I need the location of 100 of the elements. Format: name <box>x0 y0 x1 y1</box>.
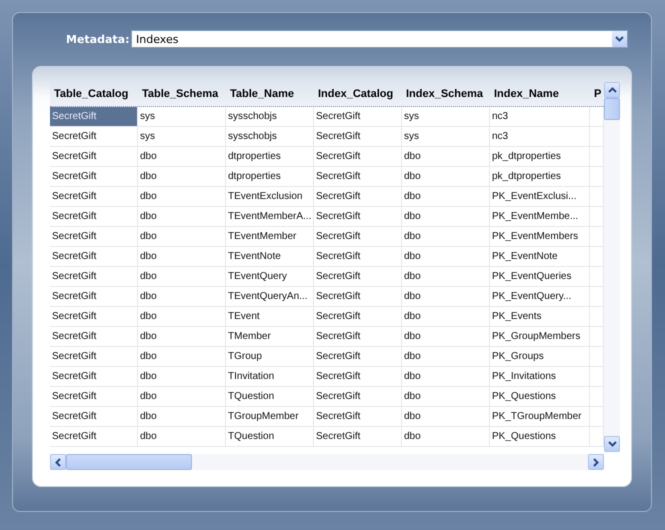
table-cell[interactable]: sys <box>138 107 226 126</box>
table-cell[interactable]: PK_EventQueries <box>490 267 590 286</box>
table-cell[interactable]: SecretGift <box>50 347 138 366</box>
table-cell[interactable]: dbo <box>138 207 226 226</box>
table-cell[interactable]: PK_TGroupMember <box>490 407 590 426</box>
table-cell[interactable]: SecretGift <box>50 307 138 326</box>
table-cell[interactable]: PK_Questions <box>490 427 590 446</box>
column-header[interactable]: Table_Catalog <box>50 88 138 100</box>
table-cell[interactable]: SecretGift <box>314 187 402 206</box>
table-cell[interactable]: dbo <box>138 287 226 306</box>
table-cell[interactable]: SecretGift <box>314 427 402 446</box>
table-cell[interactable]: SecretGift <box>50 247 138 266</box>
table-cell[interactable]: dbo <box>402 227 490 246</box>
table-cell[interactable]: PK_Groups <box>490 347 590 366</box>
table-cell[interactable]: sys <box>138 127 226 146</box>
table-cell[interactable]: pk_dtproperties <box>490 167 590 186</box>
table-cell[interactable]: sysschobjs <box>226 127 314 146</box>
table-cell[interactable]: SecretGift <box>50 267 138 286</box>
table-cell[interactable]: PK_Invitations <box>490 367 590 386</box>
table-cell[interactable]: TEventQueryAn... <box>226 287 314 306</box>
table-cell[interactable]: PK_EventExclusi... <box>490 187 590 206</box>
table-cell[interactable]: dbo <box>402 207 490 226</box>
table-cell[interactable]: SecretGift <box>314 107 402 126</box>
table-cell[interactable]: TEventMember <box>226 227 314 246</box>
table-cell[interactable]: dbo <box>402 427 490 446</box>
table-cell[interactable]: nc3 <box>490 107 590 126</box>
table-cell[interactable]: PK_Questions <box>490 387 590 406</box>
table-cell[interactable]: SecretGift <box>314 387 402 406</box>
table-cell[interactable]: SecretGift <box>314 287 402 306</box>
table-cell[interactable]: dbo <box>402 407 490 426</box>
table-cell[interactable]: SecretGift <box>314 207 402 226</box>
table-cell[interactable]: SecretGift <box>314 227 402 246</box>
table-cell[interactable]: SecretGift <box>50 287 138 306</box>
table-cell[interactable]: dbo <box>402 347 490 366</box>
table-cell[interactable]: dbo <box>138 247 226 266</box>
column-header[interactable]: Table_Schema <box>138 88 226 100</box>
table-cell[interactable]: SecretGift <box>314 147 402 166</box>
table-cell[interactable]: dbo <box>402 367 490 386</box>
table-cell[interactable]: dbo <box>402 267 490 286</box>
table-cell[interactable]: SecretGift <box>50 147 138 166</box>
table-cell[interactable]: TMember <box>226 327 314 346</box>
table-cell[interactable]: dtproperties <box>226 167 314 186</box>
table-cell[interactable]: SecretGift <box>50 387 138 406</box>
table-cell[interactable]: TGroupMember <box>226 407 314 426</box>
table-cell[interactable]: SecretGift <box>50 187 138 206</box>
table-cell[interactable]: SecretGift <box>314 247 402 266</box>
table-cell[interactable]: SecretGift <box>50 107 138 126</box>
table-cell[interactable]: dbo <box>138 267 226 286</box>
table-cell[interactable]: TInvitation <box>226 367 314 386</box>
scroll-right-icon[interactable] <box>588 454 604 470</box>
column-header[interactable]: P <box>590 88 604 100</box>
table-cell[interactable]: SecretGift <box>50 127 138 146</box>
table-cell[interactable]: SecretGift <box>314 267 402 286</box>
table-cell[interactable]: dbo <box>138 367 226 386</box>
table-cell[interactable]: PK_EventNote <box>490 247 590 266</box>
table-cell[interactable]: dbo <box>402 327 490 346</box>
scroll-left-icon[interactable] <box>50 454 66 470</box>
column-header[interactable]: Index_Name <box>490 88 590 100</box>
table-cell[interactable]: dbo <box>402 147 490 166</box>
scroll-down-icon[interactable] <box>604 436 620 452</box>
table-cell[interactable]: SecretGift <box>50 227 138 246</box>
table-cell[interactable]: SecretGift <box>314 407 402 426</box>
table-cell[interactable]: SecretGift <box>50 327 138 346</box>
table-cell[interactable]: TEventExclusion <box>226 187 314 206</box>
table-cell[interactable]: sys <box>402 107 490 126</box>
table-cell[interactable]: PK_EventMembe... <box>490 207 590 226</box>
table-cell[interactable]: SecretGift <box>314 327 402 346</box>
scroll-up-icon[interactable] <box>604 82 620 98</box>
column-header[interactable]: Index_Schema <box>402 88 490 100</box>
table-cell[interactable]: SecretGift <box>50 207 138 226</box>
table-cell[interactable]: SecretGift <box>50 167 138 186</box>
table-cell[interactable]: dtproperties <box>226 147 314 166</box>
table-cell[interactable]: TQuestion <box>226 387 314 406</box>
table-cell[interactable]: TGroup <box>226 347 314 366</box>
table-cell[interactable]: SecretGift <box>314 307 402 326</box>
table-cell[interactable]: TEvent <box>226 307 314 326</box>
table-cell[interactable]: sysschobjs <box>226 107 314 126</box>
table-cell[interactable]: dbo <box>138 227 226 246</box>
horizontal-scrollbar[interactable] <box>50 454 604 470</box>
table-cell[interactable]: sys <box>402 127 490 146</box>
table-cell[interactable]: dbo <box>402 247 490 266</box>
table-cell[interactable]: TEventMemberA... <box>226 207 314 226</box>
vertical-scrollbar[interactable] <box>604 82 620 452</box>
table-cell[interactable]: PK_GroupMembers <box>490 327 590 346</box>
table-cell[interactable]: dbo <box>138 427 226 446</box>
table-cell[interactable]: TEventNote <box>226 247 314 266</box>
table-cell[interactable]: PK_EventQuery... <box>490 287 590 306</box>
table-cell[interactable]: dbo <box>138 387 226 406</box>
metadata-dropdown[interactable]: Indexes <box>131 30 628 48</box>
table-cell[interactable]: dbo <box>138 147 226 166</box>
table-cell[interactable]: dbo <box>402 187 490 206</box>
table-cell[interactable]: dbo <box>402 287 490 306</box>
table-cell[interactable]: dbo <box>138 307 226 326</box>
table-cell[interactable]: SecretGift <box>314 127 402 146</box>
column-header[interactable]: Table_Name <box>226 88 314 100</box>
scroll-thumb[interactable] <box>604 98 620 120</box>
table-cell[interactable]: dbo <box>138 407 226 426</box>
table-cell[interactable]: dbo <box>402 167 490 186</box>
table-cell[interactable]: nc3 <box>490 127 590 146</box>
table-cell[interactable]: SecretGift <box>314 347 402 366</box>
